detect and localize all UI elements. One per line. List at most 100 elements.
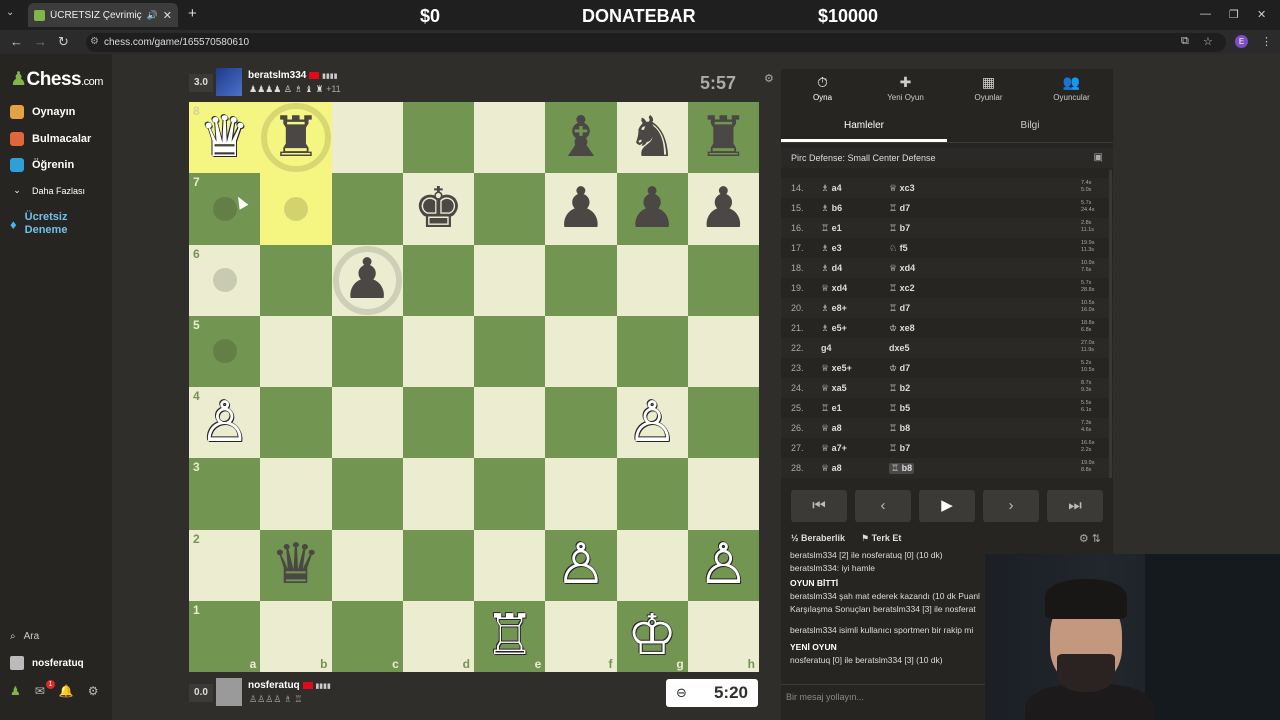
install-icon[interactable]: ⧉ bbox=[1181, 35, 1189, 48]
white-piece-icon[interactable]: ♛ bbox=[189, 102, 260, 173]
profile-avatar[interactable]: E bbox=[1235, 35, 1248, 48]
white-piece-icon[interactable]: ♙ bbox=[688, 530, 759, 601]
square-d1[interactable]: d bbox=[402, 600, 474, 672]
white-move[interactable]: ♕ xa5 bbox=[821, 383, 847, 394]
tab-moves[interactable]: Hamleler bbox=[781, 113, 947, 142]
chess-logo[interactable]: ♟Chess.com bbox=[10, 68, 103, 91]
square-h7[interactable]: ♟ bbox=[687, 173, 759, 245]
white-piece-icon[interactable]: ♔ bbox=[617, 601, 688, 672]
square-c5[interactable] bbox=[331, 315, 403, 387]
back-icon[interactable]: ← bbox=[10, 34, 23, 49]
opponent-name[interactable]: beratslm334 ▮▮▮▮ bbox=[248, 70, 338, 81]
white-move[interactable]: ♗ a4 bbox=[821, 183, 842, 194]
black-piece-icon[interactable]: ♜ bbox=[688, 102, 759, 173]
analysis-icon[interactable]: ⚙ bbox=[1079, 533, 1089, 545]
opponent-avatar[interactable] bbox=[216, 68, 242, 96]
square-f5[interactable] bbox=[545, 315, 617, 387]
square-g7[interactable]: ♟ bbox=[616, 173, 688, 245]
book-icon[interactable]: ▣ bbox=[1094, 152, 1103, 163]
square-c7[interactable] bbox=[331, 173, 403, 245]
black-move[interactable]: ♖ b2 bbox=[889, 383, 910, 394]
black-piece-icon[interactable]: ♝ bbox=[545, 102, 616, 173]
black-piece-icon[interactable]: ♟ bbox=[617, 173, 688, 244]
tab-games[interactable]: ▦ Oyunlar bbox=[947, 69, 1030, 109]
sidebar-item-play[interactable]: Oynayın bbox=[10, 105, 75, 119]
play-moves-button[interactable]: ▶ bbox=[919, 490, 975, 522]
square-d2[interactable] bbox=[402, 529, 474, 601]
square-g2[interactable] bbox=[616, 529, 688, 601]
square-b2[interactable]: ♛ bbox=[260, 529, 332, 601]
black-piece-icon[interactable]: ♟ bbox=[332, 245, 403, 316]
square-c2[interactable] bbox=[331, 529, 403, 601]
black-move[interactable]: ♔ d7 bbox=[889, 363, 910, 374]
black-move[interactable]: ♖ b8 bbox=[889, 423, 910, 434]
move-list-scrollbar[interactable] bbox=[1109, 170, 1112, 478]
black-move[interactable]: ♘ f5 bbox=[889, 243, 908, 254]
black-piece-icon[interactable]: ♟ bbox=[545, 173, 616, 244]
black-move[interactable]: ♖ b7 bbox=[889, 443, 910, 454]
black-move[interactable]: ♖ b5 bbox=[889, 403, 910, 414]
new-tab-button[interactable]: + bbox=[188, 5, 197, 22]
site-info-icon[interactable]: ⚙ bbox=[90, 36, 99, 47]
square-a5[interactable]: 5 bbox=[189, 315, 261, 387]
square-g3[interactable] bbox=[616, 458, 688, 530]
player-avatar[interactable] bbox=[216, 678, 242, 706]
black-piece-icon[interactable]: ♚ bbox=[403, 173, 474, 244]
reload-icon[interactable]: ↻ bbox=[58, 34, 69, 50]
white-move[interactable]: ♖ e1 bbox=[821, 223, 842, 234]
board-settings-icon[interactable]: ⚙ bbox=[764, 72, 774, 85]
tab-new-game[interactable]: ✚ Yeni Oyun bbox=[864, 69, 947, 109]
square-c8[interactable] bbox=[331, 102, 403, 174]
white-move[interactable]: g4 bbox=[821, 343, 832, 353]
legal-move-dot[interactable] bbox=[212, 268, 237, 293]
square-b5[interactable] bbox=[260, 315, 332, 387]
square-e6[interactable] bbox=[474, 244, 546, 316]
move-list[interactable]: 14. ♗ a4 ♕ xc3 7.4s 5.0s 15. ♗ b6 ♖ d7 5.7s 24.4s… bbox=[781, 170, 1113, 478]
square-h8[interactable]: ♜ bbox=[687, 102, 759, 174]
square-a4[interactable]: 4 ♙ bbox=[189, 387, 261, 459]
white-move[interactable]: ♗ e3 bbox=[821, 243, 842, 254]
black-move[interactable]: dxe5 bbox=[889, 343, 910, 353]
browser-tab[interactable]: ÜCRETSİZ Çevrimiçi Satranç 🔊 ✕ bbox=[28, 3, 178, 27]
square-d8[interactable] bbox=[402, 102, 474, 174]
square-e4[interactable] bbox=[474, 387, 546, 459]
bell-icon[interactable]: 🔔 bbox=[59, 684, 74, 698]
last-move-button[interactable]: ⏭ bbox=[1047, 490, 1103, 522]
flip-board-icon[interactable]: ⇅ bbox=[1092, 533, 1101, 545]
tab-search-icon[interactable]: ⌄ bbox=[6, 7, 14, 18]
square-g5[interactable] bbox=[616, 315, 688, 387]
square-b8[interactable]: ♜ bbox=[260, 102, 332, 174]
black-move[interactable]: ♖ d7 bbox=[889, 203, 910, 214]
square-a2[interactable]: 2 bbox=[189, 529, 261, 601]
square-d3[interactable] bbox=[402, 458, 474, 530]
player-name[interactable]: nosferatuq ▮▮▮▮ bbox=[248, 680, 331, 691]
close-window-icon[interactable]: ✕ bbox=[1257, 8, 1266, 21]
square-f2[interactable]: ♙ bbox=[545, 529, 617, 601]
square-d4[interactable] bbox=[402, 387, 474, 459]
white-move[interactable]: ♗ e8+ bbox=[821, 303, 847, 314]
square-a3[interactable]: 3 bbox=[189, 458, 261, 530]
sidebar-item-learn[interactable]: Öğrenin bbox=[10, 158, 74, 172]
square-c1[interactable]: c bbox=[331, 600, 403, 672]
black-move[interactable]: ♖ d7 bbox=[889, 303, 910, 314]
draw-button[interactable]: ½ Beraberlik bbox=[791, 533, 845, 543]
square-h3[interactable] bbox=[687, 458, 759, 530]
square-h2[interactable]: ♙ bbox=[687, 529, 759, 601]
black-move[interactable]: ♖ b7 bbox=[889, 223, 910, 234]
square-f1[interactable]: f bbox=[545, 600, 617, 672]
close-tab-icon[interactable]: ✕ bbox=[163, 9, 172, 22]
minimize-icon[interactable]: — bbox=[1200, 8, 1211, 20]
black-piece-icon[interactable]: ♛ bbox=[260, 530, 331, 601]
black-move[interactable]: ♖ b8 bbox=[889, 463, 915, 474]
square-c3[interactable] bbox=[331, 458, 403, 530]
white-piece-icon[interactable]: ♙ bbox=[617, 387, 688, 458]
legal-move-dot[interactable] bbox=[283, 196, 308, 221]
square-g1[interactable]: g ♔ bbox=[616, 600, 688, 672]
square-d7[interactable]: ♚ bbox=[402, 173, 474, 245]
square-h1[interactable]: h bbox=[687, 600, 759, 672]
url-field[interactable]: ⚙ chess.com/game/165570580610 bbox=[86, 33, 1226, 52]
square-c4[interactable] bbox=[331, 387, 403, 459]
square-a1[interactable]: 1a bbox=[189, 600, 261, 672]
square-h5[interactable] bbox=[687, 315, 759, 387]
white-move[interactable]: ♖ e1 bbox=[821, 403, 842, 414]
